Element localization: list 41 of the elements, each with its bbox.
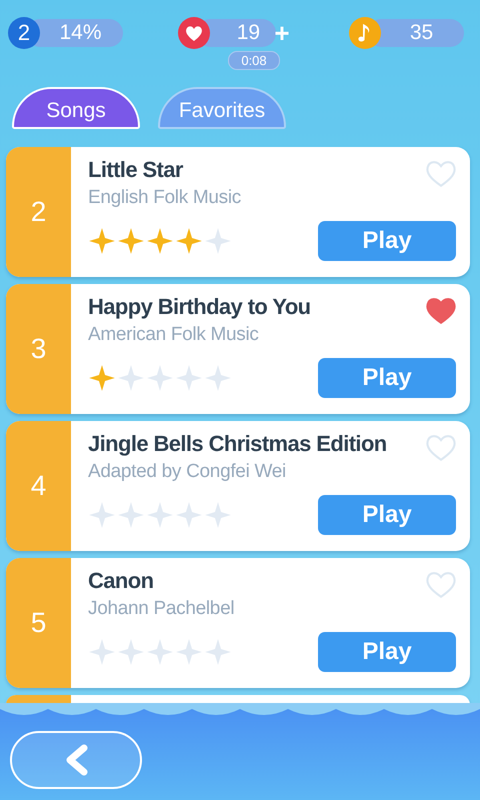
star-icon [88, 501, 116, 529]
star-icon [88, 227, 116, 255]
star-icon [175, 638, 203, 666]
song-artist: American Folk Music [88, 324, 260, 346]
star-icon [146, 227, 174, 255]
song-title: Canon [88, 568, 154, 595]
play-button[interactable]: Play [318, 358, 456, 398]
tab[interactable]: Songs [12, 87, 140, 129]
play-button[interactable]: Play [318, 221, 456, 261]
song-title: Happy Birthday to You [88, 294, 312, 321]
star-icon [146, 638, 174, 666]
star-icon [204, 227, 232, 255]
song-number: 3 [6, 284, 71, 414]
song-title: Jingle Bells Christmas Edition [88, 431, 388, 458]
level-badge: 2 [8, 17, 40, 49]
star-icon [88, 638, 116, 666]
star-icon [175, 227, 203, 255]
song-number: 5 [6, 558, 71, 688]
star-icon [88, 364, 116, 392]
star-icon [117, 638, 145, 666]
star-icon [117, 227, 145, 255]
star-icon [117, 364, 145, 392]
refill-timer: 0:08 [228, 51, 280, 70]
play-button[interactable]: Play [318, 632, 456, 672]
star-icon [204, 364, 232, 392]
song-title: Little Star [88, 157, 184, 184]
song-number: 4 [6, 421, 71, 551]
song-artist: Johann Pachelbel [88, 598, 236, 620]
star-icon [204, 638, 232, 666]
star-icon [175, 364, 203, 392]
play-button[interactable]: Play [318, 495, 456, 535]
star-icon [175, 501, 203, 529]
star-icon [204, 501, 232, 529]
star-icon [146, 501, 174, 529]
star-icon [146, 364, 174, 392]
song-number: 2 [6, 147, 71, 277]
song-artist: English Folk Music [88, 187, 242, 209]
song-artist: Adapted by Congfei Wei [88, 461, 287, 483]
tab[interactable]: Favorites [158, 87, 286, 129]
star-icon [117, 501, 145, 529]
music-note-icon [349, 17, 381, 49]
